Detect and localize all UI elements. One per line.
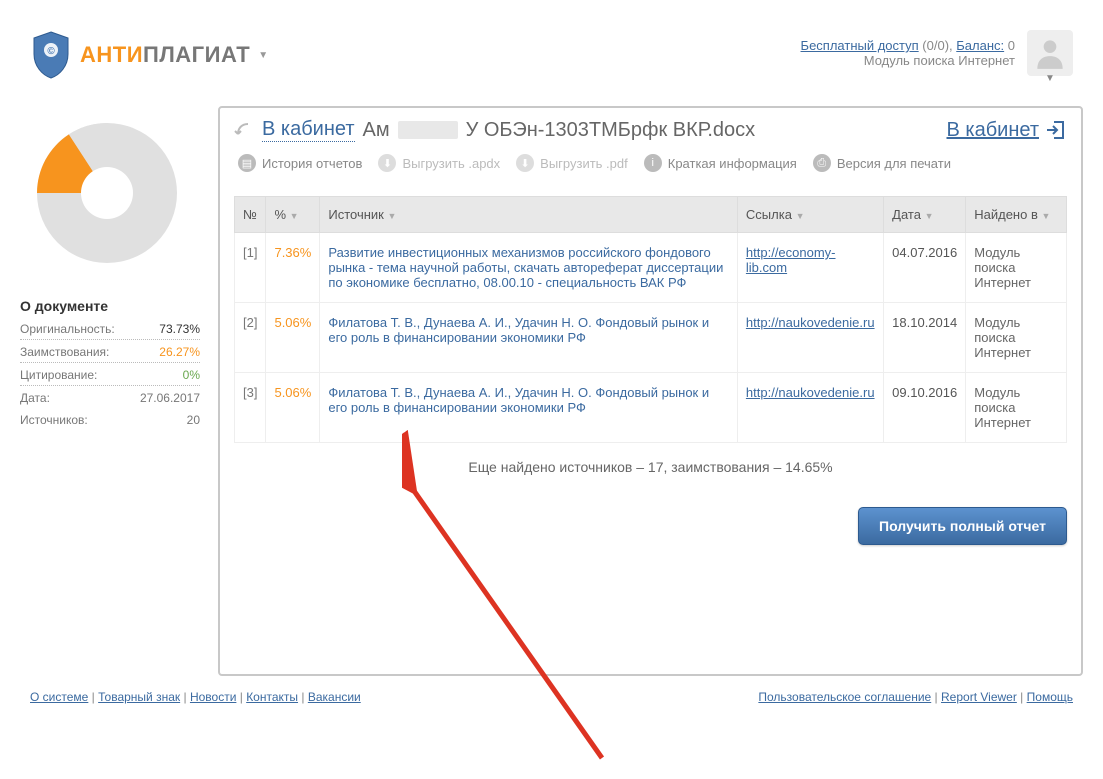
col-found[interactable]: Найдено в ▼ — [966, 197, 1067, 233]
borrowing-value: 26.27% — [159, 345, 200, 359]
cell-num: [1] — [235, 233, 266, 303]
balance-value: 0 — [1008, 38, 1015, 53]
sources-label: Источников: — [20, 413, 88, 427]
col-date[interactable]: Дата ▼ — [884, 197, 966, 233]
page-icon: ▤ — [238, 154, 256, 172]
footer-link[interactable]: Товарный знак — [98, 690, 180, 704]
cell-link: http://economy-lib.com — [737, 233, 883, 303]
download-icon: ⬇ — [378, 154, 396, 172]
user-block: Бесплатный доступ (0/0), Баланс: 0 Модул… — [801, 30, 1073, 76]
logo-text-plag: ПЛАГИАТ — [143, 42, 250, 67]
footer-link[interactable]: Пользовательское соглашение — [758, 690, 931, 704]
svg-text:©: © — [47, 46, 55, 57]
source-link[interactable]: http://naukovedenie.ru — [746, 315, 875, 330]
citation-label: Цитирование: — [20, 368, 97, 382]
footer-link[interactable]: Report Viewer — [941, 690, 1017, 704]
date-label: Дата: — [20, 391, 50, 405]
chevron-down-icon[interactable]: ▼ — [258, 50, 268, 61]
cell-pct: 5.06% — [266, 373, 320, 443]
info-icon: i — [644, 154, 662, 172]
history-tool[interactable]: ▤История отчетов — [238, 154, 362, 172]
col-link[interactable]: Ссылка ▼ — [737, 197, 883, 233]
download-icon: ⬇ — [516, 154, 534, 172]
footer: О системе | Товарный знак | Новости | Ко… — [20, 676, 1083, 714]
user-icon — [1031, 34, 1069, 72]
sources-table: № % ▼ Источник ▼ Ссылка ▼ Дата ▼ Найдено… — [234, 196, 1067, 443]
table-row: [2]5.06%Филатова Т. В., Дунаева А. И., У… — [235, 303, 1067, 373]
col-pct[interactable]: % ▼ — [266, 197, 320, 233]
brief-info-tool[interactable]: iКраткая информация — [644, 154, 797, 172]
footer-left: О системе | Товарный знак | Новости | Ко… — [30, 690, 361, 704]
sort-icon: ▼ — [925, 211, 934, 221]
cell-num: [2] — [235, 303, 266, 373]
cell-date: 18.10.2014 — [884, 303, 966, 373]
back-to-cabinet-link[interactable]: В кабинет — [262, 118, 355, 142]
footer-right: Пользовательское соглашение | Report Vie… — [758, 690, 1073, 704]
footer-link[interactable]: Новости — [190, 690, 236, 704]
source-link[interactable]: http://naukovedenie.ru — [746, 385, 875, 400]
cell-pct: 5.06% — [266, 303, 320, 373]
sources-value: 20 — [187, 413, 200, 427]
cell-link: http://naukovedenie.ru — [737, 373, 883, 443]
date-value: 27.06.2017 — [140, 391, 200, 405]
sort-icon: ▼ — [796, 211, 805, 221]
cell-num: [3] — [235, 373, 266, 443]
sort-icon: ▼ — [290, 211, 299, 221]
col-src[interactable]: Источник ▼ — [320, 197, 738, 233]
doc-title-suffix: У ОБЭн-1303ТМБрфк ВКР.docx — [466, 119, 756, 142]
cell-src: Филатова Т. В., Дунаева А. И., Удачин Н.… — [320, 373, 738, 443]
module-line: Модуль поиска Интернет — [801, 53, 1015, 68]
cell-link: http://naukovedenie.ru — [737, 303, 883, 373]
sidebar-title: О документе — [20, 298, 200, 314]
cell-module: Модуль поиска Интернет — [966, 303, 1067, 373]
cell-pct: 7.36% — [266, 233, 320, 303]
free-access-value: (0/0), — [922, 38, 952, 53]
doc-title-prefix: Ам — [363, 119, 390, 142]
full-report-button[interactable]: Получить полный отчет — [858, 507, 1067, 545]
balance-link[interactable]: Баланс: — [956, 38, 1004, 53]
chevron-down-icon: ▼ — [1045, 73, 1055, 84]
export-apdx-tool: ⬇Выгрузить .apdx — [378, 154, 500, 172]
source-link[interactable]: http://economy-lib.com — [746, 245, 836, 275]
more-sources-row: Еще найдено источников – 17, заимствован… — [234, 443, 1067, 491]
col-num[interactable]: № — [235, 197, 266, 233]
sort-icon: ▼ — [387, 211, 396, 221]
table-row: [1]7.36%Развитие инвестиционных механизм… — [235, 233, 1067, 303]
sidebar: О документе Оригинальность: 73.73% Заимст… — [20, 106, 200, 676]
borrowing-label: Заимствования: — [20, 345, 109, 359]
cell-date: 04.07.2016 — [884, 233, 966, 303]
logo[interactable]: © АНТИПЛАГИАТ ▼ — [30, 30, 268, 80]
originality-donut — [20, 106, 194, 280]
cell-date: 09.10.2016 — [884, 373, 966, 443]
exit-icon[interactable] — [1045, 119, 1067, 141]
cell-module: Модуль поиска Интернет — [966, 373, 1067, 443]
originality-value: 73.73% — [159, 322, 200, 336]
footer-link[interactable]: О системе — [30, 690, 88, 704]
originality-label: Оригинальность: — [20, 322, 115, 336]
content-panel: В кабинет Ам У ОБЭн-1303ТМБрфк ВКР.docx … — [218, 106, 1083, 676]
free-access-link[interactable]: Бесплатный доступ — [801, 38, 919, 53]
avatar[interactable]: ▼ — [1027, 30, 1073, 76]
shield-icon: © — [30, 30, 72, 80]
redacted-block — [398, 121, 458, 139]
cell-src: Филатова Т. В., Дунаева А. И., Удачин Н.… — [320, 303, 738, 373]
citation-value: 0% — [183, 368, 200, 382]
print-tool[interactable]: ⎙Версия для печати — [813, 154, 951, 172]
header: © АНТИПЛАГИАТ ▼ Бесплатный доступ (0/0),… — [20, 10, 1083, 90]
export-pdf-tool: ⬇Выгрузить .pdf — [516, 154, 628, 172]
logo-text-anti: АНТИ — [80, 42, 143, 67]
sort-icon: ▼ — [1041, 211, 1050, 221]
footer-link[interactable]: Контакты — [246, 690, 298, 704]
footer-link[interactable]: Помощь — [1027, 690, 1073, 704]
footer-link[interactable]: Вакансии — [308, 690, 361, 704]
cabinet-link[interactable]: В кабинет — [947, 119, 1040, 142]
back-arrow-icon[interactable] — [234, 120, 254, 140]
toolbar: ▤История отчетов ⬇Выгрузить .apdx ⬇Выгру… — [234, 146, 1067, 188]
print-icon: ⎙ — [813, 154, 831, 172]
table-row: [3]5.06%Филатова Т. В., Дунаева А. И., У… — [235, 373, 1067, 443]
cell-module: Модуль поиска Интернет — [966, 233, 1067, 303]
cell-src: Развитие инвестиционных механизмов росси… — [320, 233, 738, 303]
